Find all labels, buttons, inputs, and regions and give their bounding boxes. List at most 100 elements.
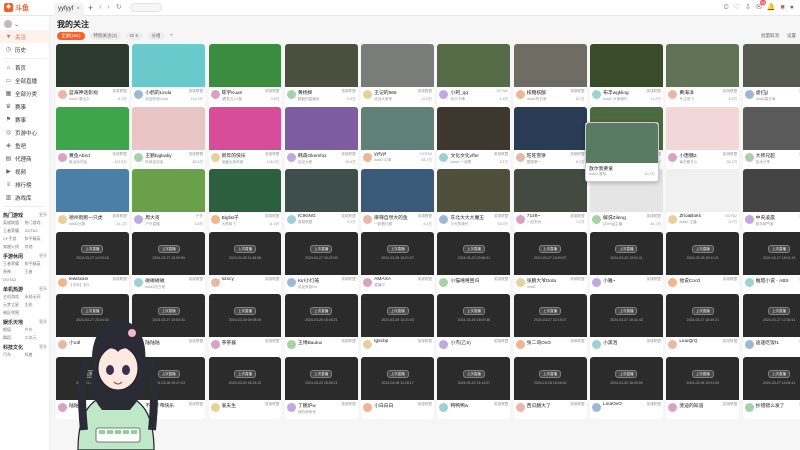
- streamer-name[interactable]: tgscbp: [374, 339, 388, 344]
- streamer-name[interactable]: Bigfat子: [222, 214, 239, 221]
- avatar[interactable]: [668, 90, 678, 99]
- stream-card[interactable]: 布丰wgkling 英雄联盟 dota2 大师操作 11.2万: [590, 44, 663, 107]
- stream-card[interactable]: 中央凌晨英雄联盟新年新气象3.3万: [742, 169, 800, 232]
- streamer-name[interactable]: 文化文化vffer: [450, 152, 478, 159]
- stream-card[interactable]: 上次直播 2024-03-22 15:05:21 丁鹏炉w 英雄联盟 我的房间来: [284, 356, 358, 419]
- avatar[interactable]: [439, 152, 449, 162]
- avatar[interactable]: [286, 340, 296, 349]
- sidebar-section-title[interactable]: 热门游戏 更多: [0, 209, 49, 220]
- avatar[interactable]: [58, 152, 67, 162]
- sidebar-item-11[interactable]: ≡ 排行榜: [0, 178, 49, 191]
- avatar[interactable]: [515, 402, 525, 412]
- stream-category[interactable]: 英雄联盟: [647, 89, 661, 96]
- sidebar-category[interactable]: 王者荣耀: [3, 228, 25, 234]
- stream-card[interactable]: 上次直播 2024-03-27 18:01:15 推塔小说 - ABS英雄联盟: [742, 231, 800, 294]
- stream-thumbnail[interactable]: [132, 169, 206, 212]
- streamer-name[interactable]: 小猫嘻嘻回归: [450, 277, 479, 284]
- avatar[interactable]: [210, 340, 220, 349]
- streamer-name[interactable]: 黄杨柳: [298, 89, 312, 96]
- stream-thumbnail[interactable]: [208, 44, 282, 87]
- stream-category[interactable]: 英雄联盟: [418, 339, 432, 344]
- avatar[interactable]: [439, 215, 449, 224]
- gift-icon[interactable]: ■: [781, 0, 785, 16]
- stream-card[interactable]: 王记的666 英雄联盟 欢迎大家来 12.5万: [361, 44, 434, 107]
- stream-card[interactable]: 上次直播 2024-03-27 13:04:41 抄错错么发了英雄联盟: [742, 356, 800, 419]
- stream-category[interactable]: 英雄联盟: [570, 402, 584, 409]
- stream-card[interactable]: 上次直播 2024-03-27 16:20:57 张鹏大爷Dota 英雄联盟 dota2: [513, 231, 587, 294]
- avatar[interactable]: [744, 402, 754, 412]
- streamer-name[interactable]: 布丰wgkling: [603, 89, 629, 96]
- sidebar-section-title[interactable]: 手游休闲 更多: [0, 250, 49, 261]
- streamer-name[interactable]: 黄海洋: [679, 89, 693, 96]
- close-icon[interactable]: ×: [76, 3, 80, 16]
- stream-category[interactable]: 英雄联盟: [341, 277, 355, 284]
- stream-card[interactable]: 核糖核酸 英雄联盟 dota2的日常 8.1万: [513, 44, 587, 107]
- stream-thumbnail[interactable]: 上次直播 2024-03-20 14:14:07: [437, 356, 511, 400]
- avatar[interactable]: [668, 277, 678, 287]
- stream-card[interactable]: 上次直播 2024-03-27 14:29:18 lewisxxin 英雄联盟 【中年】…: [56, 231, 129, 294]
- avatar[interactable]: [744, 215, 754, 224]
- sidebar-item-7[interactable]: ◎ 页游中心: [0, 126, 49, 139]
- streamer-name[interactable]: 迪迦吃饭f1: [756, 339, 779, 346]
- stream-thumbnail[interactable]: 上次直播 2024-03-27 18:40:21: [666, 294, 740, 337]
- stream-thumbnail[interactable]: [513, 169, 587, 212]
- stream-card[interactable]: 小唐糖Z 英雄联盟 每天都开心 55.1万: [666, 106, 740, 169]
- avatar[interactable]: [4, 20, 12, 28]
- stream-thumbnail[interactable]: [666, 169, 740, 212]
- stream-card[interactable]: 黄鱼Abird 英雄联盟 新活动开始 123.8万: [56, 106, 129, 169]
- streamer-name[interactable]: 德州街跑一只虎: [69, 214, 103, 221]
- streamer-name[interactable]: 旺旺雪饼: [527, 152, 546, 159]
- avatar[interactable]: [210, 90, 220, 99]
- stream-thumbnail[interactable]: 上次直播 2024-03-26 09:08:09: [208, 294, 282, 337]
- section-more-link[interactable]: 更多: [39, 253, 47, 260]
- stream-category[interactable]: 英雄联盟: [341, 339, 355, 346]
- stream-category[interactable]: 英雄联盟: [723, 89, 737, 96]
- avatar[interactable]: [210, 402, 220, 412]
- stream-category[interactable]: 英雄联盟: [189, 89, 203, 96]
- avatar[interactable]: [286, 90, 296, 99]
- sidebar-item-6[interactable]: ⚑ 赛事: [0, 113, 49, 126]
- avatar[interactable]: [439, 277, 449, 287]
- stream-category[interactable]: DOTA2: [497, 89, 509, 96]
- streamer-name[interactable]: 抄错错么发了: [756, 402, 785, 409]
- stream-category[interactable]: 英雄联盟: [341, 214, 355, 219]
- stream-category[interactable]: 英雄联盟: [494, 339, 508, 346]
- streamer-name[interactable]: ZhoaBoks: [679, 214, 701, 219]
- stream-thumbnail[interactable]: 上次直播 2024-03-27 15:09:55: [132, 231, 206, 275]
- sidebar-item-8[interactable]: ◈ 鱼吧: [0, 139, 49, 152]
- avatar[interactable]: [286, 152, 296, 162]
- stream-card[interactable]: ZhoaBoks DOTA2 dota2 主播 6.7万: [666, 169, 740, 232]
- stream-thumbnail[interactable]: 上次直播 2024-03-27 12:30:11: [742, 294, 800, 337]
- avatar[interactable]: [439, 90, 449, 99]
- avatar[interactable]: [592, 277, 602, 287]
- avatar[interactable]: [363, 277, 373, 287]
- stream-thumbnail[interactable]: 上次直播 2024-03-27 13:04:41: [742, 356, 800, 400]
- sidebar-category[interactable]: 热门游戏: [25, 220, 47, 226]
- stream-thumbnail[interactable]: 上次直播 2024-04-08 11:45:08: [208, 231, 282, 275]
- stream-card[interactable]: 上次直播 2024-03-20 14:14:07 鸭鸭鸭w 英雄联盟: [437, 356, 511, 419]
- stream-card[interactable]: 上次直播 2024-03-20 23:56:31 小猫嘻嘻回归 英雄联盟: [437, 231, 511, 294]
- stream-card[interactable]: 7149~ 英雄联盟 一起来玩 1.2万: [513, 169, 587, 232]
- streamer-name[interactable]: 大师兄超: [756, 152, 775, 159]
- avatar[interactable]: [58, 90, 67, 99]
- settings-button[interactable]: 设置: [787, 32, 796, 40]
- stream-thumbnail[interactable]: 上次直播 2024-01-20 18:09:00: [590, 356, 663, 400]
- stream-card[interactable]: 德州街跑一只虎 英雄联盟 dota2比赛 24.1万: [56, 169, 129, 232]
- avatar[interactable]: [134, 152, 144, 162]
- favorite-icon[interactable]: ♡: [734, 0, 740, 16]
- sidebar-section-title[interactable]: 单机热游 更多: [0, 283, 49, 294]
- stream-thumbnail[interactable]: [437, 169, 511, 212]
- filter-special[interactable]: 特别关注(3): [89, 32, 122, 40]
- streamer-name[interactable]: Kirl小灯笼: [298, 277, 319, 284]
- stream-card[interactable]: 文化文化vffer 英雄联盟 dota2 一起看 6.1万: [437, 106, 511, 169]
- stream-card[interactable]: 上次直播 2024-03-27 18:40:21 LiuuQrQ 英雄联盟: [666, 294, 740, 357]
- streamer-name[interactable]: 磁磁磁磁: [145, 277, 164, 284]
- stream-category[interactable]: 英雄联盟: [647, 402, 661, 407]
- stream-category[interactable]: 英雄联盟: [647, 339, 661, 346]
- avatar[interactable]: [363, 340, 373, 349]
- streamer-name[interactable]: 麻辣自然大的鱼: [374, 214, 408, 221]
- stream-category[interactable]: 英雄联盟: [265, 339, 279, 346]
- avatar[interactable]: [210, 277, 220, 287]
- stream-card[interactable]: 陈宇Kuan 英雄联盟 (看官方)斗鱼 3.6万: [208, 44, 282, 107]
- stream-category[interactable]: 英雄联盟: [723, 402, 737, 409]
